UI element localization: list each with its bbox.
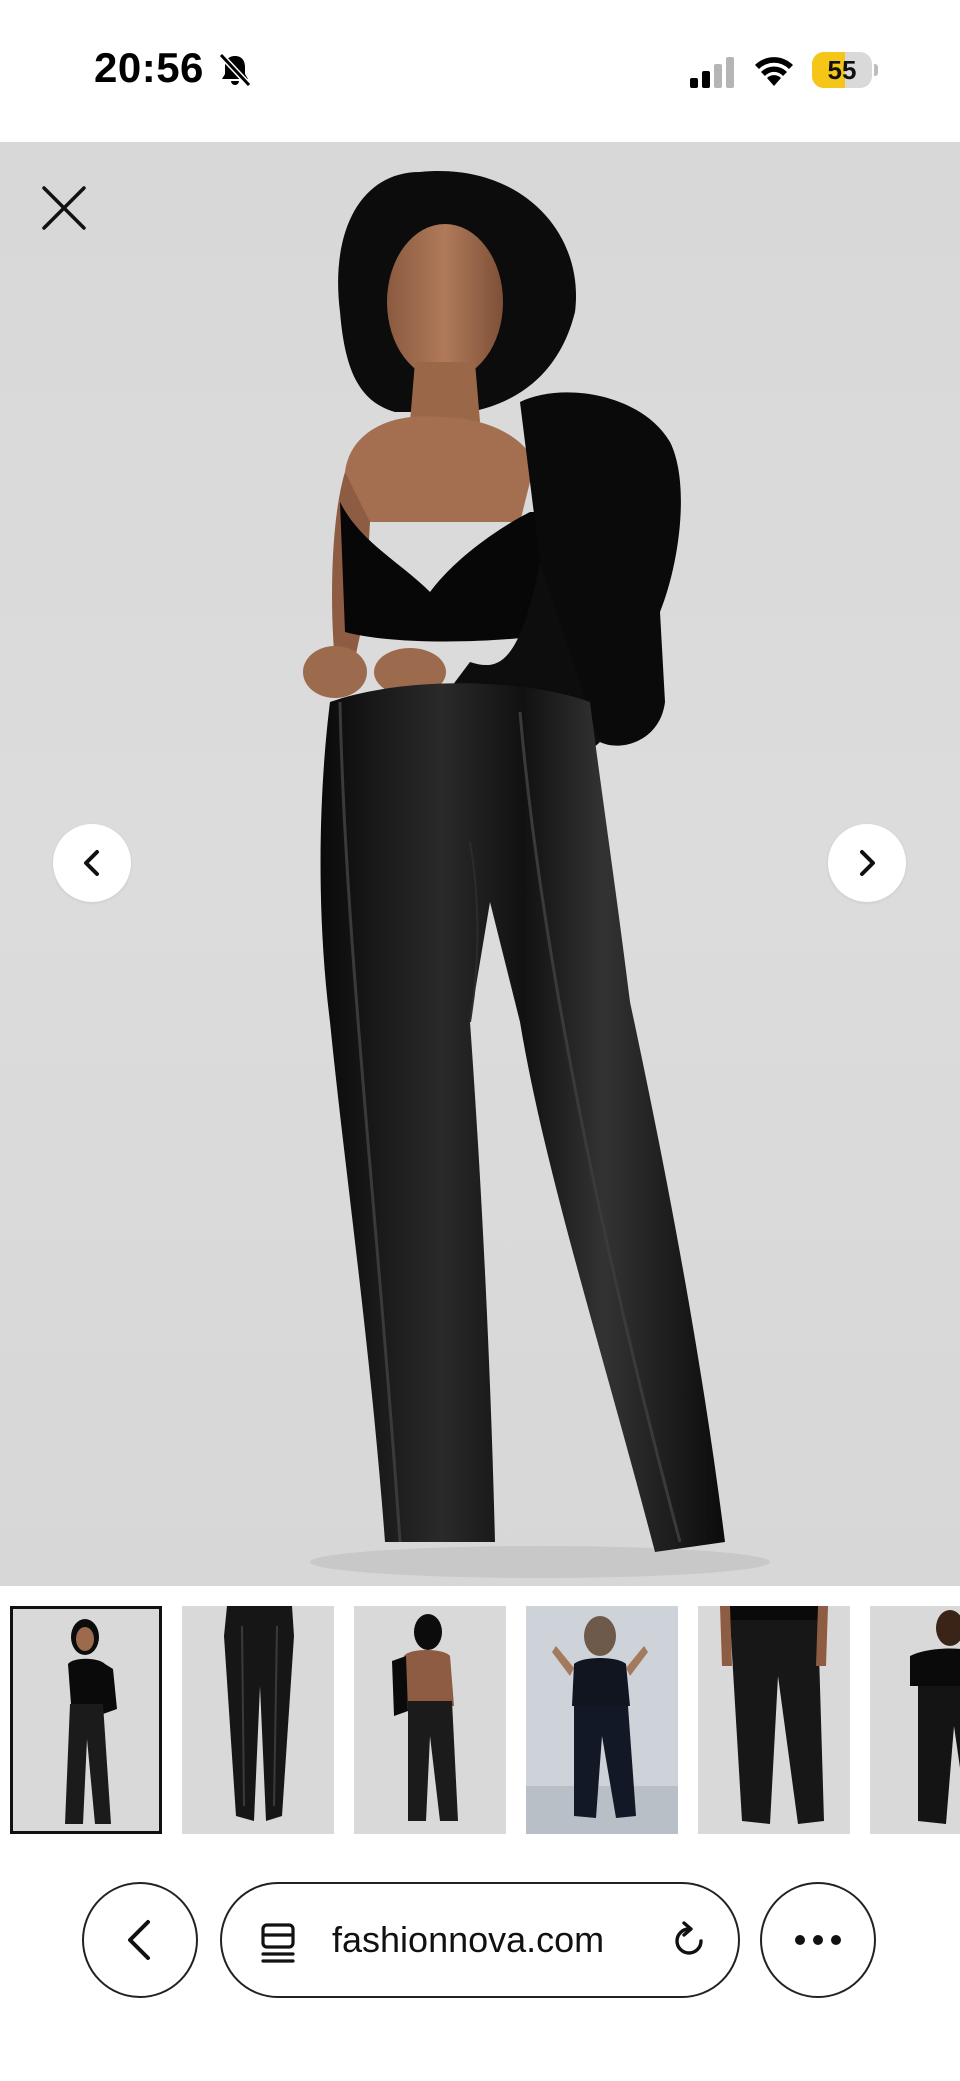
thumbnail-6[interactable]	[870, 1606, 960, 1834]
close-x-icon	[42, 186, 86, 230]
reload-icon[interactable]	[668, 1920, 710, 1962]
tabs-icon	[261, 1923, 295, 1963]
chevron-left-icon	[128, 1920, 150, 1960]
thumbnail-2[interactable]	[182, 1606, 334, 1834]
browser-toolbar: fashionnova.com	[0, 1846, 960, 2081]
thumbnail-5[interactable]	[698, 1606, 850, 1834]
chevron-left-icon	[84, 850, 99, 876]
more-options-button[interactable]	[760, 1882, 876, 1998]
thumbnail-image	[910, 1610, 960, 1824]
cellular-signal-icon	[690, 57, 734, 88]
battery-cap	[874, 64, 878, 76]
screen: 20:56 55 fashionnova.com	[0, 0, 960, 2081]
product-photo	[303, 171, 770, 1578]
thumbnail-strip[interactable]	[0, 1586, 960, 1846]
wifi-icon	[755, 57, 793, 86]
thumbnail-3[interactable]	[354, 1606, 506, 1834]
ellipsis-icon	[795, 1935, 841, 1945]
address-text: fashionnova.com	[332, 1919, 605, 1960]
previous-image-button[interactable]	[53, 824, 131, 902]
thumbnail-4[interactable]	[526, 1606, 678, 1834]
thumbnail-image	[224, 1606, 294, 1821]
battery-body: 55	[812, 52, 872, 88]
thumbnail-1[interactable]	[10, 1606, 162, 1834]
image-viewer[interactable]	[0, 142, 960, 1586]
close-button[interactable]	[36, 180, 92, 236]
next-image-button[interactable]	[828, 824, 906, 902]
address-bar[interactable]: fashionnova.com	[220, 1882, 740, 1998]
status-time: 20:56	[94, 44, 204, 91]
back-button[interactable]	[82, 1882, 198, 1998]
battery-indicator: 55	[812, 52, 878, 88]
thumbnail-image	[526, 1606, 678, 1834]
status-bar: 20:56 55	[0, 0, 960, 142]
thumbnail-image	[392, 1614, 458, 1821]
chevron-right-icon	[860, 850, 875, 876]
thumbnail-image	[720, 1606, 828, 1824]
thumbnail-image	[65, 1619, 117, 1824]
bell-slash-icon	[218, 52, 252, 88]
battery-level: 55	[827, 55, 857, 85]
